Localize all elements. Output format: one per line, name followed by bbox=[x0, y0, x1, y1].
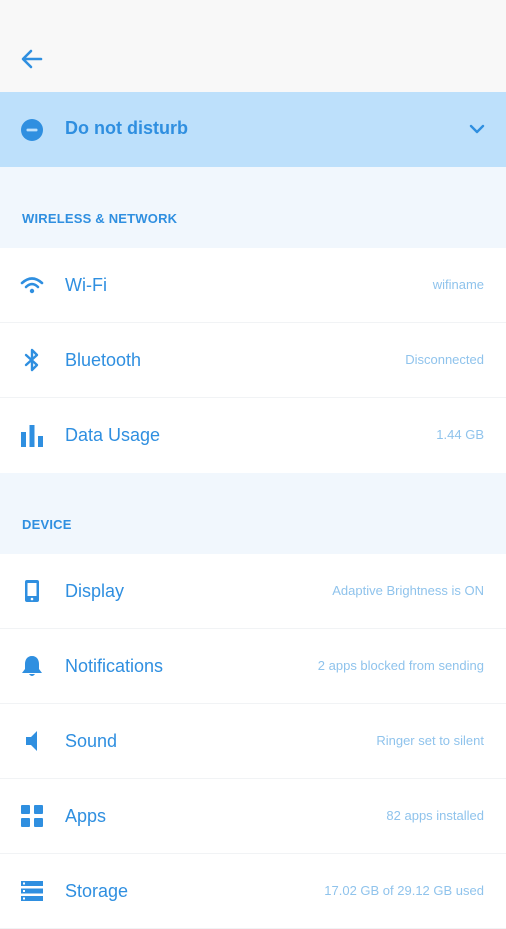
storage-icon bbox=[20, 879, 44, 903]
row-label: Display bbox=[65, 581, 125, 601]
row-label: Notifications bbox=[65, 656, 164, 676]
section-title: DEVICE bbox=[22, 517, 72, 532]
settings-row-display[interactable]: Display Adaptive Brightness is ON bbox=[0, 554, 506, 629]
row-label: Apps bbox=[65, 806, 107, 826]
bell-icon bbox=[20, 654, 44, 678]
row-value: wifiname bbox=[432, 277, 484, 292]
minus-circle-icon bbox=[21, 119, 43, 141]
settings-row-notifications[interactable]: Notifications 2 apps blocked from sendin… bbox=[0, 629, 506, 704]
back-button[interactable] bbox=[14, 43, 50, 75]
row-value: Disconnected bbox=[405, 352, 484, 367]
row-label: Data Usage bbox=[65, 425, 161, 445]
grid-icon bbox=[20, 804, 44, 828]
wifi-icon bbox=[20, 273, 44, 297]
row-value: 17.02 GB of 29.12 GB used bbox=[324, 883, 484, 898]
row-label: Wi-Fi bbox=[65, 275, 107, 295]
row-label: Bluetooth bbox=[65, 350, 142, 370]
settings-row-data-usage[interactable]: Data Usage 1.44 GB bbox=[0, 398, 506, 473]
do-not-disturb-bar[interactable]: Do not disturb bbox=[0, 92, 506, 167]
bluetooth-icon bbox=[20, 348, 44, 372]
phone-icon bbox=[20, 579, 44, 603]
settings-row-bluetooth[interactable]: Bluetooth Disconnected bbox=[0, 323, 506, 398]
section-title: WIRELESS & NETWORK bbox=[22, 211, 178, 226]
settings-row-sound[interactable]: Sound Ringer set to silent bbox=[0, 704, 506, 779]
row-value: Ringer set to silent bbox=[376, 733, 484, 748]
bar-chart-icon bbox=[20, 423, 44, 447]
row-label: Sound bbox=[65, 731, 118, 751]
row-value: 1.44 GB bbox=[436, 427, 484, 442]
settings-row-storage[interactable]: Storage 17.02 GB of 29.12 GB used bbox=[0, 854, 506, 929]
row-value: 2 apps blocked from sending bbox=[317, 658, 484, 673]
chevron-down-icon[interactable] bbox=[468, 122, 486, 136]
arrow-left-icon bbox=[21, 49, 43, 69]
settings-row-wifi[interactable]: Wi-Fi wifiname bbox=[0, 248, 506, 323]
do-not-disturb-label: Do not disturb bbox=[65, 118, 188, 138]
row-value: 82 apps installed bbox=[386, 808, 484, 823]
section-header-device: DEVICE bbox=[0, 473, 506, 555]
top-bar bbox=[0, 0, 506, 92]
section-header-wireless: WIRELESS & NETWORK bbox=[0, 167, 506, 249]
row-label: Storage bbox=[65, 881, 129, 901]
speaker-icon bbox=[20, 729, 44, 753]
row-value: Adaptive Brightness is ON bbox=[332, 583, 484, 598]
settings-row-apps[interactable]: Apps 82 apps installed bbox=[0, 779, 506, 854]
